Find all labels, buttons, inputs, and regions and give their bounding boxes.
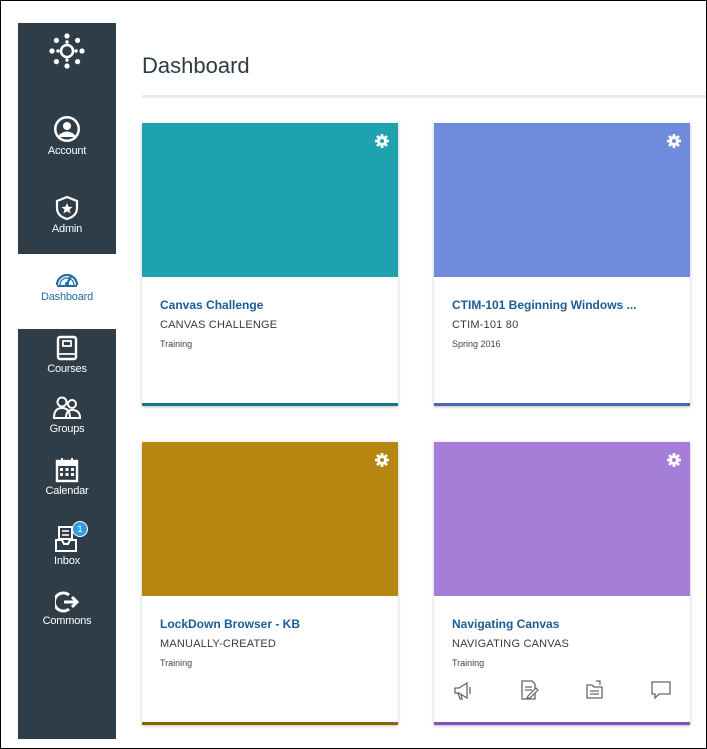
courses-book-icon <box>56 335 78 361</box>
gear-icon[interactable] <box>666 452 682 468</box>
course-card-canvas-challenge[interactable]: Canvas Challenge CANVAS CHALLENGE Traini… <box>142 123 398 406</box>
course-card-navigating-canvas[interactable]: Navigating Canvas NAVIGATING CANVAS Trai… <box>434 442 690 725</box>
course-card-hero[interactable] <box>142 123 398 277</box>
nav-account-label: Account <box>47 145 87 157</box>
course-card-hero[interactable] <box>434 123 690 277</box>
course-card-lockdown-browser[interactable]: LockDown Browser - KB MANUALLY-CREATED T… <box>142 442 398 725</box>
groups-people-icon <box>52 396 82 419</box>
card-bottom-border <box>434 403 690 406</box>
title-divider <box>142 95 706 98</box>
nav-account[interactable]: Account <box>18 115 116 157</box>
nav-admin-label: Admin <box>51 223 83 235</box>
nav-inbox-label: Inbox <box>54 555 80 567</box>
course-card-hero[interactable] <box>434 442 690 596</box>
gear-icon[interactable] <box>666 133 682 149</box>
card-bottom-border <box>142 403 398 406</box>
nav-dashboard[interactable]: Dashboard <box>18 254 116 329</box>
discussions-icon[interactable] <box>650 679 672 701</box>
nav-groups[interactable]: Groups <box>18 395 116 435</box>
inbox-unread-badge: 1 <box>72 521 88 537</box>
course-term: Training <box>160 658 193 668</box>
gear-icon[interactable] <box>374 133 390 149</box>
commons-icon <box>55 591 79 613</box>
shield-star-icon <box>55 195 79 221</box>
dashboard-gauge-icon <box>55 273 79 287</box>
course-card-ctim-101[interactable]: CTIM-101 Beginning Windows ... CTIM-101 … <box>434 123 690 406</box>
course-card-actions <box>452 679 672 701</box>
nav-groups-label: Groups <box>49 423 85 435</box>
nav-admin[interactable]: Admin <box>18 195 116 235</box>
calendar-icon <box>55 458 79 483</box>
assignments-icon[interactable] <box>518 679 540 701</box>
nav-commons-label: Commons <box>42 615 92 627</box>
nav-courses-label: Courses <box>47 363 87 375</box>
nav-dashboard-label: Dashboard <box>40 291 93 303</box>
course-card-hero[interactable] <box>142 442 398 596</box>
course-code: MANUALLY-CREATED <box>160 638 277 650</box>
global-nav: Account Admin Dashboard Courses Groups C… <box>18 23 116 739</box>
nav-courses[interactable]: Courses <box>18 335 116 375</box>
app-frame: Account Admin Dashboard Courses Groups C… <box>0 0 707 749</box>
course-code: CANVAS CHALLENGE <box>160 319 278 331</box>
account-avatar-icon <box>54 116 80 142</box>
course-name-link[interactable]: Canvas Challenge <box>160 298 386 312</box>
nav-calendar[interactable]: Calendar <box>18 457 116 497</box>
nav-commons[interactable]: Commons <box>18 591 116 627</box>
card-bottom-border <box>142 722 398 725</box>
gear-icon[interactable] <box>374 452 390 468</box>
nav-calendar-label: Calendar <box>45 485 89 497</box>
course-name-link[interactable]: Navigating Canvas <box>452 617 678 631</box>
course-term: Spring 2016 <box>452 339 501 349</box>
course-code: CTIM-101 80 <box>452 319 519 331</box>
course-name-link[interactable]: LockDown Browser - KB <box>160 617 386 631</box>
announcements-icon[interactable] <box>452 679 474 701</box>
course-name-link[interactable]: CTIM-101 Beginning Windows ... <box>452 298 678 312</box>
canvas-logo-icon <box>49 33 85 69</box>
page-title: Dashboard <box>142 53 250 78</box>
course-term: Training <box>452 658 485 668</box>
nav-inbox[interactable]: 1 Inbox <box>18 521 116 567</box>
course-term: Training <box>160 339 193 349</box>
canvas-logo[interactable] <box>18 31 116 71</box>
course-code: NAVIGATING CANVAS <box>452 638 570 650</box>
card-bottom-border <box>434 722 690 725</box>
files-icon[interactable] <box>584 679 606 701</box>
